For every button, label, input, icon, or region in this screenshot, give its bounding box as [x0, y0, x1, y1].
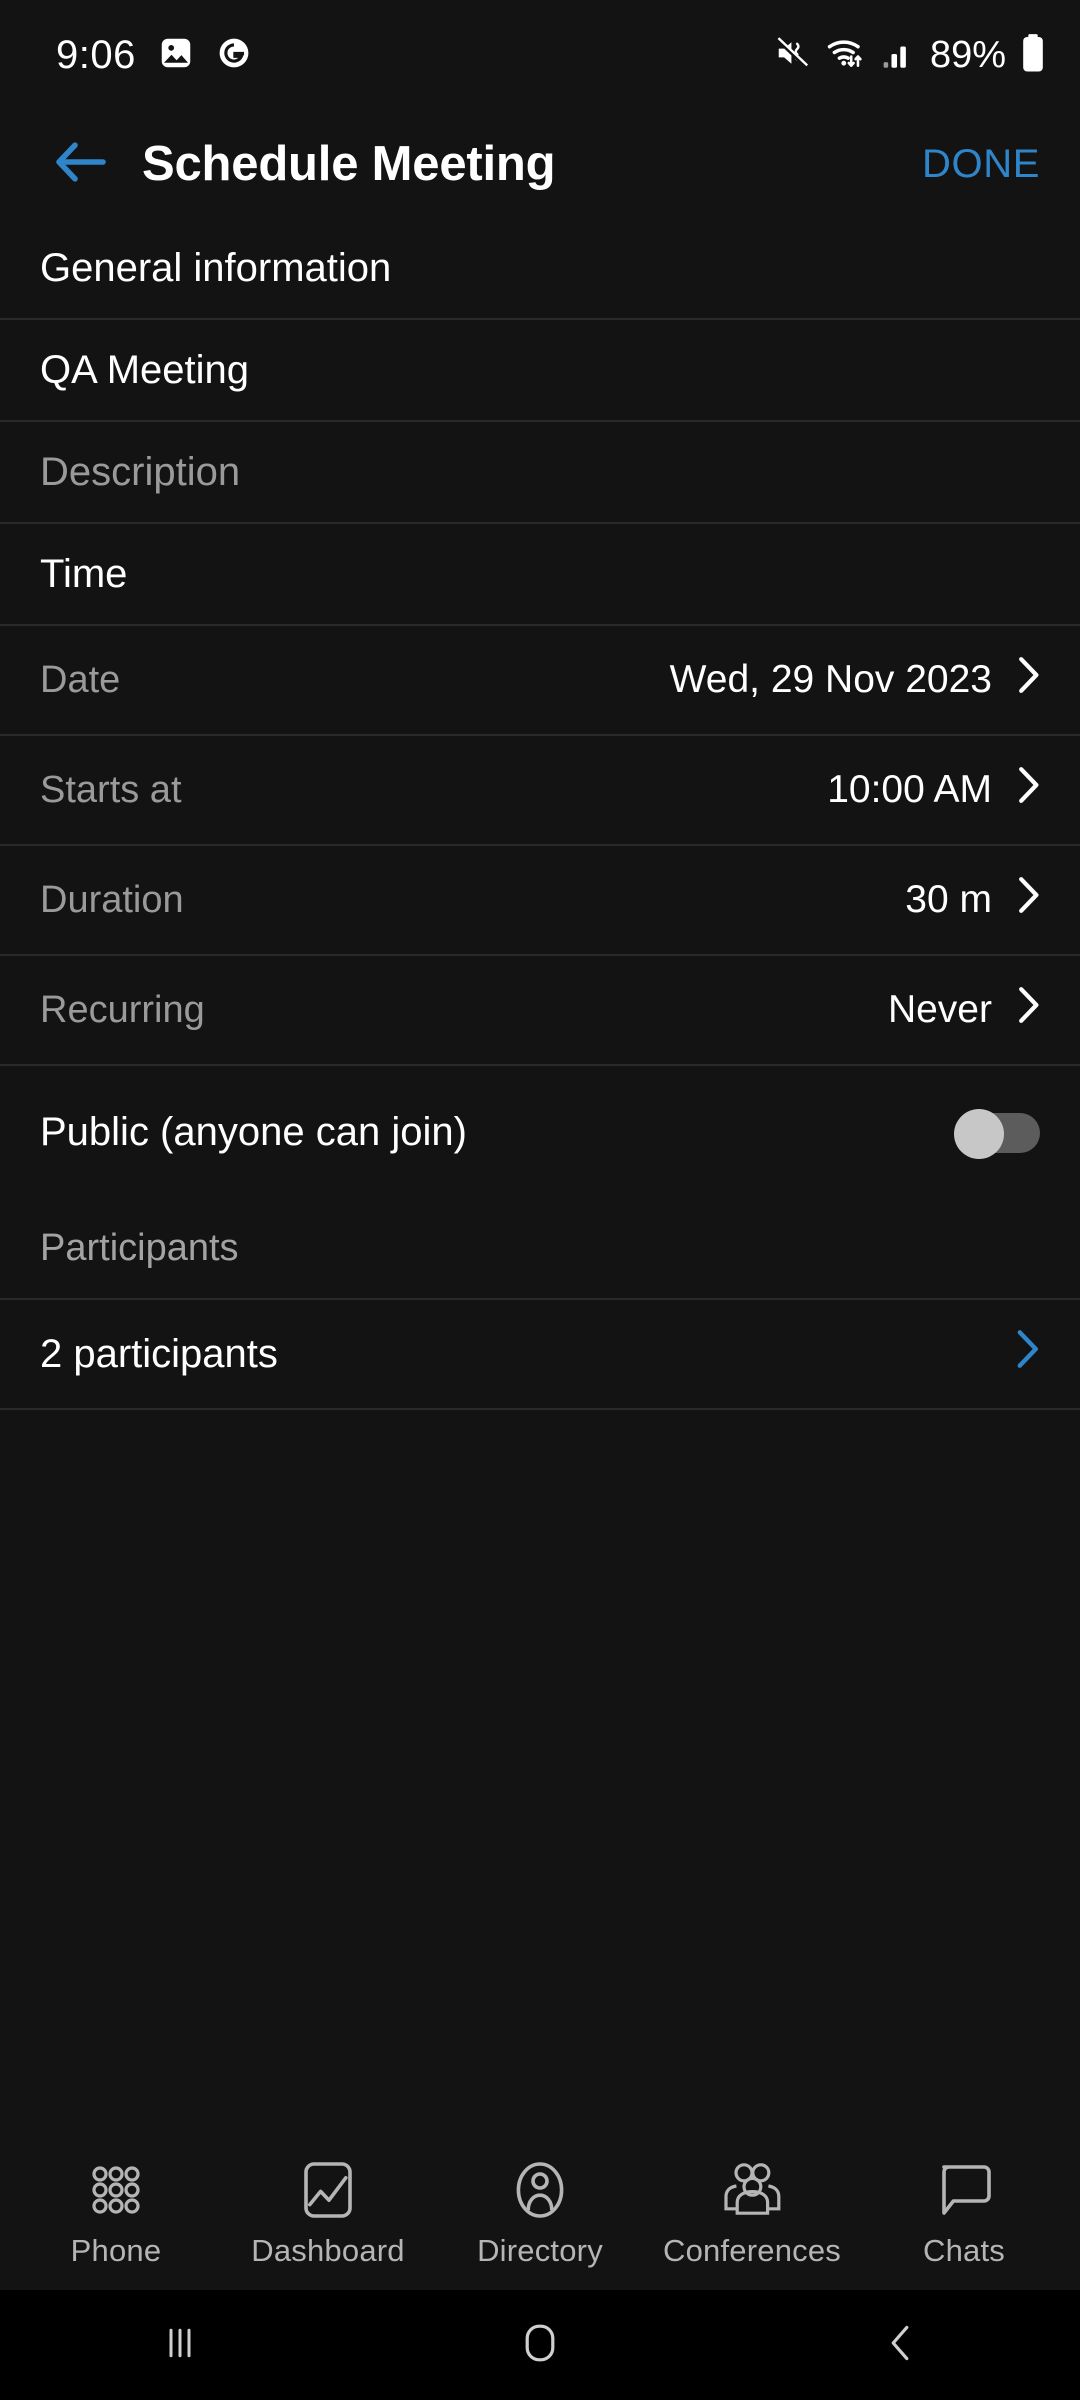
row-label-recurring: Recurring — [40, 988, 205, 1031]
image-icon — [158, 35, 194, 76]
chevron-right-icon — [1018, 656, 1040, 704]
status-bar-right: 89% — [774, 32, 1046, 79]
back-icon — [882, 2321, 918, 2370]
battery-percent-label: 89% — [929, 33, 1006, 76]
row-recurring[interactable]: Recurring Never — [0, 956, 1080, 1064]
cellular-signal-icon — [882, 35, 916, 76]
description-field[interactable]: Description — [0, 422, 1080, 522]
row-participants[interactable]: 2 participants — [0, 1300, 1080, 1408]
back-button-system[interactable] — [720, 2321, 1080, 2370]
speech-bubble-icon — [937, 2159, 991, 2221]
tab-conferences[interactable]: Conferences — [646, 2138, 858, 2290]
status-bar-left: 9:06 — [56, 33, 252, 78]
bottom-tab-bar: Phone Dashboard Directory Conferences Ch… — [0, 2138, 1080, 2290]
chevron-right-icon — [1018, 876, 1040, 924]
row-label-starts-at: Starts at — [40, 768, 182, 811]
phone-screen: 9:06 89% Schedule Meeting DONE General i… — [0, 0, 1080, 2400]
back-button[interactable] — [46, 129, 116, 199]
page-title: Schedule Meeting — [142, 137, 556, 191]
app-bar: Schedule Meeting DONE — [0, 110, 1080, 218]
tab-label-directory: Directory — [477, 2233, 603, 2268]
done-button[interactable]: DONE — [916, 132, 1046, 197]
chevron-right-icon — [1018, 986, 1040, 1034]
status-clock: 9:06 — [56, 32, 136, 77]
row-value-starts-at: 10:00 AM — [827, 766, 1040, 814]
tab-label-conferences: Conferences — [663, 2233, 841, 2268]
row-value-duration: 30 m — [905, 876, 1040, 924]
system-navigation-bar — [0, 2290, 1080, 2400]
date-value: Wed, 29 Nov 2023 — [669, 658, 992, 701]
contact-icon — [515, 2159, 565, 2221]
tab-phone[interactable]: Phone — [10, 2138, 222, 2290]
toggle-knob — [954, 1109, 1004, 1159]
duration-value: 30 m — [905, 878, 992, 921]
row-label-duration: Duration — [40, 878, 184, 921]
recurring-value: Never — [887, 988, 992, 1031]
meeting-name-value: QA Meeting — [40, 347, 250, 392]
section-header-participants: Participants — [0, 1198, 1080, 1298]
row-value-participants — [1016, 1329, 1040, 1379]
tab-label-dashboard: Dashboard — [251, 2233, 405, 2268]
row-label-date: Date — [40, 658, 121, 701]
public-toggle-label: Public (anyone can join) — [40, 1109, 467, 1154]
section-title-time: Time — [40, 551, 128, 596]
wifi-icon — [826, 32, 868, 79]
tab-dashboard[interactable]: Dashboard — [222, 2138, 434, 2290]
settings-list: General information QA Meeting Descripti… — [0, 218, 1080, 2138]
home-icon — [520, 2321, 560, 2370]
section-header-general: General information — [0, 218, 1080, 318]
participants-count-label: 2 participants — [40, 1331, 278, 1376]
chart-icon — [303, 2159, 353, 2221]
section-title-general: General information — [40, 245, 392, 290]
grammarly-icon — [216, 35, 252, 76]
description-placeholder: Description — [40, 449, 241, 494]
starts-at-value: 10:00 AM — [827, 768, 992, 811]
section-title-participants: Participants — [40, 1226, 239, 1269]
recents-button[interactable] — [0, 2323, 360, 2368]
group-icon — [722, 2159, 782, 2221]
row-duration[interactable]: Duration 30 m — [0, 846, 1080, 954]
row-starts-at[interactable]: Starts at 10:00 AM — [0, 736, 1080, 844]
section-header-time: Time — [0, 524, 1080, 624]
row-value-recurring: Never — [888, 986, 1040, 1034]
row-value-date: Wed, 29 Nov 2023 — [670, 656, 1040, 704]
back-arrow-icon — [53, 136, 109, 193]
tab-label-chats: Chats — [923, 2233, 1005, 2268]
public-toggle-switch[interactable] — [954, 1109, 1040, 1159]
tab-chats[interactable]: Chats — [858, 2138, 1070, 2290]
row-date[interactable]: Date Wed, 29 Nov 2023 — [0, 626, 1080, 734]
status-bar: 9:06 89% — [0, 0, 1080, 110]
recents-icon — [160, 2323, 200, 2368]
chevron-right-icon — [1018, 766, 1040, 814]
chevron-right-icon — [1016, 1329, 1040, 1379]
battery-icon — [1020, 33, 1046, 78]
keypad-icon — [88, 2159, 144, 2221]
row-public-toggle[interactable]: Public (anyone can join) — [0, 1066, 1080, 1198]
tab-label-phone: Phone — [70, 2233, 162, 2268]
home-button[interactable] — [360, 2321, 720, 2370]
tab-directory[interactable]: Directory — [434, 2138, 646, 2290]
meeting-name-field[interactable]: QA Meeting — [0, 320, 1080, 420]
mute-vibrate-icon — [774, 34, 812, 77]
